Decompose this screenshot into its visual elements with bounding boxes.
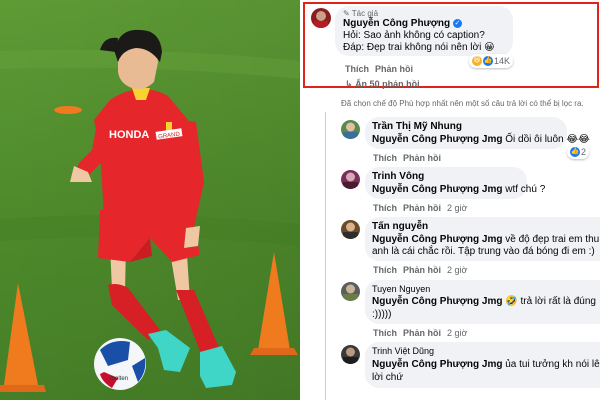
like-action[interactable]: Thích (345, 64, 369, 74)
hide-replies-link[interactable]: ↳ Ẩn 50 phản hồi (345, 79, 420, 90)
highlighted-comment: ✎ Tác giả Nguyễn Công Phượng ✓ Hỏi: Sao … (303, 2, 599, 90)
author-badge: ✎ Tác giả (343, 9, 378, 18)
reaction-count: 14K (494, 56, 511, 66)
reaction-count: 2 (581, 147, 587, 157)
comment-actions: Thích Phản hồi 2 giờ (373, 265, 467, 275)
reply-action[interactable]: Phản hồi (403, 153, 441, 163)
mention-link[interactable]: Nguyễn Công Phượng Jmg (372, 134, 502, 145)
commenter-avatar[interactable] (341, 345, 360, 364)
comment-author[interactable]: Tuyen Nguyen (372, 284, 430, 294)
comment-author[interactable]: Trần Thị Mỹ Nhung (372, 121, 462, 132)
comment-text: Nguyễn Công Phượng Jmg ủa tui tưởng kh n… (372, 359, 600, 371)
comment-time[interactable]: 2 giờ (447, 265, 467, 275)
thread-line (325, 112, 326, 400)
comment-bubble: Trinh Việt Dũng Nguyễn Công Phượng Jmg ủ… (365, 342, 600, 388)
like-action[interactable]: Thích (373, 265, 397, 275)
comment-author[interactable]: Nguyễn Công Phượng ✓ (343, 18, 462, 29)
comment-body: wtf chú ? (502, 184, 546, 195)
like-action[interactable]: Thích (373, 153, 397, 163)
comment-actions: Thích Phản hồi (345, 64, 413, 74)
comment-text: Nguyễn Công Phượng Jmg wtf chú ? (372, 184, 545, 196)
commenter-avatar[interactable] (341, 170, 360, 189)
avatar-image (343, 284, 358, 301)
like-reaction-icon: 👍 (570, 147, 580, 157)
author-name[interactable]: Nguyễn Công Phượng (343, 18, 450, 29)
reaction-summary[interactable]: 👍 2 (567, 145, 590, 159)
comment-bubble: Tấn nguyễn Nguyễn Công Phượng Jmg về độ … (365, 217, 600, 261)
comment-author[interactable]: Tấn nguyễn (372, 221, 428, 232)
comment-time[interactable]: 2 giờ (447, 203, 467, 213)
svg-text:molten: molten (110, 376, 128, 382)
author-badge-label: Tác giả (351, 9, 379, 18)
reply-arrow-icon: ↳ (345, 79, 353, 89)
comment-body-line-2: lời chứ (372, 372, 404, 383)
comment-bubble: Tuyen Nguyen Nguyễn Công Phượng Jmg 🤣 tr… (365, 280, 600, 324)
comment-body: 🤣 trả lời rất là đúng (502, 296, 596, 307)
comment-actions: Thích Phản hồi 2 giờ (373, 328, 467, 338)
jersey-sponsor: HONDA (109, 129, 149, 141)
football-player-photo: molten HONDA GRAND (0, 0, 300, 400)
avatar-image (343, 347, 358, 364)
avatar-image (343, 172, 358, 189)
comment-body: về độ đẹp trai em thu (502, 234, 600, 245)
comment-bubble: ✎ Tác giả Nguyễn Công Phượng ✓ Hỏi: Sao … (335, 6, 513, 56)
verified-badge-icon: ✓ (452, 19, 462, 28)
far-cone (54, 106, 82, 114)
comment-actions: Thích Phản hồi 2 giờ (373, 203, 467, 213)
avatar-image (343, 222, 358, 239)
commenter-avatar[interactable] (341, 120, 360, 139)
like-reaction-icon: 👍 (483, 56, 493, 66)
comment-author[interactable]: Trinh Vông (372, 171, 424, 182)
mention-link[interactable]: Nguyễn Công Phượng Jmg (372, 234, 502, 245)
photo-illustration: molten HONDA GRAND (0, 0, 300, 400)
comment-body-line-2: anh là cái chắc rồi. Tập trung vào đá bó… (372, 246, 595, 257)
comment-author[interactable]: Trinh Việt Dũng (372, 346, 434, 356)
comment-bubble: Trinh Vông Nguyễn Công Phượng Jmg wtf ch… (365, 167, 545, 199)
comment-time[interactable]: 2 giờ (447, 328, 467, 338)
avatar-image (314, 11, 328, 28)
comments-panel: ✎ Tác giả Nguyễn Công Phượng ✓ Hỏi: Sao … (303, 0, 600, 400)
comment-text: Nguyễn Công Phượng Jmg Ối dồi ôi luôn 😂😂 (372, 134, 590, 146)
reply-action[interactable]: Phản hồi (403, 265, 441, 275)
comment-body-line-2: :))))) (372, 309, 392, 320)
comment-line-2: Đáp: Đẹp trai không nói nên lời 😀 (343, 42, 495, 53)
like-action[interactable]: Thích (373, 203, 397, 213)
mention-link[interactable]: Nguyễn Công Phượng Jmg (372, 296, 502, 307)
like-action[interactable]: Thích (373, 328, 397, 338)
comment-bubble: Trần Thị Mỹ Nhung Nguyễn Công Phượng Jmg… (365, 117, 590, 149)
mention-link[interactable]: Nguyễn Công Phượng Jmg (372, 359, 502, 370)
avatar-image (343, 122, 358, 139)
author-avatar[interactable] (311, 8, 331, 28)
filter-note: Đã chọn chế độ Phù hợp nhất nên một số c… (341, 99, 584, 108)
haha-reaction-icon: 😆 (472, 56, 482, 66)
reply-action[interactable]: Phản hồi (403, 328, 441, 338)
reaction-summary[interactable]: 😆 👍 14K (469, 54, 514, 68)
comment-line-1: Hỏi: Sao ảnh không có caption? (343, 30, 485, 41)
football: molten (94, 338, 146, 390)
reply-action[interactable]: Phản hồi (403, 203, 441, 213)
comment-body: ủa tui tưởng kh nói lê (502, 359, 600, 370)
reply-action[interactable]: Phản hồi (375, 64, 413, 74)
comment-text: Nguyễn Công Phượng Jmg 🤣 trả lời rất là … (372, 296, 596, 308)
commenter-avatar[interactable] (341, 220, 360, 239)
commenter-avatar[interactable] (341, 282, 360, 301)
mention-link[interactable]: Nguyễn Công Phượng Jmg (372, 184, 502, 195)
comment-text: Nguyễn Công Phượng Jmg về độ đẹp trai em… (372, 234, 599, 246)
comment-body: Ối dồi ôi luôn 😂😂 (502, 134, 590, 145)
hide-replies-label[interactable]: Ẩn 50 phản hồi (355, 79, 420, 89)
comment-actions: Thích Phản hồi (373, 153, 441, 163)
pencil-icon: ✎ (343, 9, 350, 18)
